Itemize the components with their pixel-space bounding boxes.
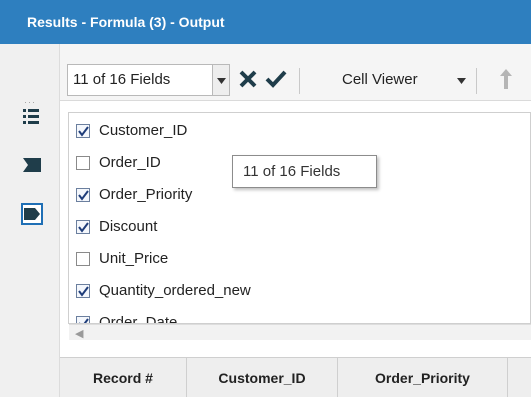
apply-check-icon[interactable] (265, 69, 287, 88)
field-checkbox[interactable] (76, 188, 90, 202)
column-header-record[interactable]: Record # (60, 358, 187, 397)
tag-selected-frame[interactable] (21, 203, 43, 225)
toolbar-separator (299, 68, 300, 94)
results-grid-header: Record # Customer_ID Order_Priority (60, 357, 531, 397)
toolbar: 11 of 16 Fields Cell Viewer (60, 44, 531, 101)
window-title: Results - Formula (3) - Output (0, 0, 531, 44)
tag-selected-icon (24, 208, 40, 220)
field-row[interactable]: Quantity_ordered_new (69, 275, 529, 306)
field-row[interactable]: Customer_ID (69, 115, 529, 146)
cell-viewer-label: Cell Viewer (342, 71, 418, 88)
tag-icon[interactable] (23, 158, 41, 172)
field-checkbox[interactable] (76, 252, 90, 266)
field-checkbox[interactable] (76, 284, 90, 298)
drag-grip[interactable]: ··· (24, 97, 36, 107)
field-label: Unit_Price (99, 250, 169, 267)
deselect-x-icon[interactable] (239, 70, 257, 88)
left-tool-strip: ··· (0, 44, 60, 397)
field-label: Order_Priority (99, 186, 193, 203)
field-checkbox[interactable] (76, 156, 90, 170)
field-label: Order_Date (99, 314, 178, 324)
field-checkbox[interactable] (76, 316, 90, 323)
field-row[interactable]: Unit_Price (69, 243, 529, 274)
field-list: Customer_ID Order_ID Order_Priority Disc… (68, 112, 531, 324)
field-selector-tooltip: 11 of 16 Fields (232, 155, 377, 188)
field-row[interactable]: Order_Date (69, 307, 529, 324)
cell-viewer-menu[interactable]: Cell Viewer (342, 64, 418, 96)
field-label: Customer_ID (99, 122, 188, 139)
field-selector-dropdown[interactable] (212, 64, 230, 96)
field-selector[interactable]: 11 of 16 Fields (67, 64, 213, 96)
horizontal-scrollbar[interactable]: ◀ (69, 324, 531, 340)
field-checkbox[interactable] (76, 220, 90, 234)
chevron-down-icon[interactable] (457, 78, 466, 84)
toolbar-separator (476, 68, 477, 94)
field-label: Quantity_ordered_new (99, 282, 251, 299)
field-label: Order_ID (99, 154, 161, 171)
scroll-left-icon[interactable]: ◀ (75, 327, 83, 340)
list-icon[interactable] (23, 108, 39, 126)
field-checkbox[interactable] (76, 124, 90, 138)
chevron-down-icon (216, 78, 226, 84)
field-row[interactable]: Discount (69, 211, 529, 242)
column-header-customer-id[interactable]: Customer_ID (187, 358, 338, 397)
column-header-order-priority[interactable]: Order_Priority (338, 358, 508, 397)
sort-up-arrow-icon[interactable] (500, 69, 512, 89)
field-label: Discount (99, 218, 158, 235)
